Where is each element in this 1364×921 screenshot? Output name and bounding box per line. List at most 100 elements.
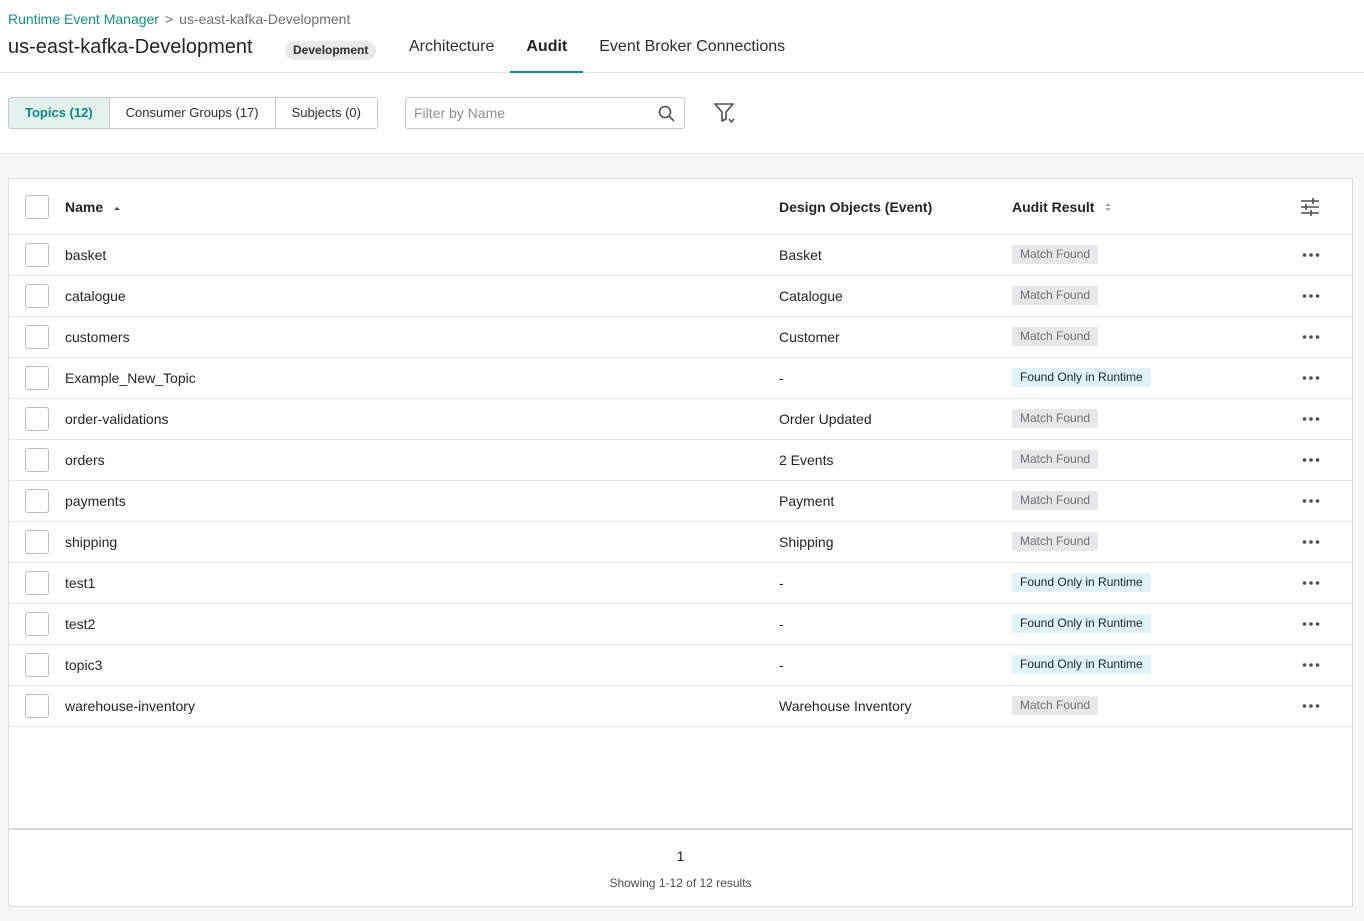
page-header: Runtime Event Manager > us-east-kafka-De… xyxy=(0,0,1364,73)
topic-name[interactable]: basket xyxy=(65,247,106,263)
search-field xyxy=(405,97,685,129)
search-input[interactable] xyxy=(406,98,646,128)
pagination: 1 Showing 1-12 of 12 results xyxy=(8,829,1353,907)
design-object: Shipping xyxy=(779,534,834,550)
table-row[interactable]: test2 - Found Only in Runtime xyxy=(9,604,1352,645)
design-objects-column-header: Design Objects (Event) xyxy=(779,199,933,215)
more-actions-icon[interactable] xyxy=(1302,493,1320,514)
row-checkbox[interactable] xyxy=(25,489,49,513)
audit-result-badge: Match Found xyxy=(1012,409,1099,428)
tab-bar: Architecture Audit Event Broker Connecti… xyxy=(393,27,801,73)
table-row[interactable]: catalogue Catalogue Match Found xyxy=(9,276,1352,317)
sort-ascending-icon[interactable] xyxy=(113,200,121,216)
design-object: Catalogue xyxy=(779,288,843,304)
more-actions-icon[interactable] xyxy=(1302,370,1320,391)
more-actions-icon[interactable] xyxy=(1302,657,1320,678)
select-all-checkbox[interactable] xyxy=(25,195,49,219)
audit-result-badge: Match Found xyxy=(1012,491,1099,510)
topic-name[interactable]: catalogue xyxy=(65,288,126,304)
table-row[interactable]: shipping Shipping Match Found xyxy=(9,522,1352,563)
toolbar: Topics (12) Consumer Groups (17) Subject… xyxy=(0,74,1364,154)
topic-name[interactable]: orders xyxy=(65,452,105,468)
audit-result-badge: Match Found xyxy=(1012,532,1099,551)
consumer-groups-toggle-button[interactable]: Consumer Groups (17) xyxy=(109,98,276,128)
page-number-button[interactable]: 1 xyxy=(9,848,1352,864)
design-object: Basket xyxy=(779,247,822,263)
more-actions-icon[interactable] xyxy=(1302,411,1320,432)
audit-result-badge: Match Found xyxy=(1012,245,1099,264)
row-checkbox[interactable] xyxy=(25,325,49,349)
topic-name[interactable]: warehouse-inventory xyxy=(65,698,195,714)
more-actions-icon[interactable] xyxy=(1302,247,1320,268)
name-column-label: Name xyxy=(65,199,104,215)
topic-name[interactable]: shipping xyxy=(65,534,117,550)
table-row[interactable]: payments Payment Match Found xyxy=(9,481,1352,522)
breadcrumb-root-link[interactable]: Runtime Event Manager xyxy=(8,11,159,27)
design-object: Payment xyxy=(779,493,835,509)
design-object: - xyxy=(779,657,784,673)
search-icon[interactable] xyxy=(658,105,675,127)
row-checkbox[interactable] xyxy=(25,407,49,431)
content-area: Name Design Objects (Event) Audit Result xyxy=(0,155,1364,921)
name-column-header[interactable]: Name xyxy=(65,199,121,216)
topics-table: Name Design Objects (Event) Audit Result xyxy=(8,178,1353,829)
table-row[interactable]: warehouse-inventory Warehouse Inventory Ma… xyxy=(9,686,1352,727)
column-settings-icon[interactable] xyxy=(1300,197,1320,222)
tab-architecture[interactable]: Architecture xyxy=(393,27,510,73)
table-row[interactable]: basket Basket Match Found xyxy=(9,235,1352,276)
topic-name[interactable]: topic3 xyxy=(65,657,102,673)
breadcrumb-current: us-east-kafka-Development xyxy=(179,11,351,27)
table-row[interactable]: order-validations Order Updated Match Foun… xyxy=(9,399,1352,440)
row-checkbox[interactable] xyxy=(25,448,49,472)
table-row[interactable]: test1 - Found Only in Runtime xyxy=(9,563,1352,604)
table-row[interactable]: Example_New_Topic - Found Only in Runtime xyxy=(9,358,1352,399)
audit-result-column-header[interactable]: Audit Result xyxy=(1012,199,1112,216)
topic-name[interactable]: payments xyxy=(65,493,126,509)
tab-audit[interactable]: Audit xyxy=(510,27,584,73)
more-actions-icon[interactable] xyxy=(1302,329,1320,350)
row-checkbox[interactable] xyxy=(25,694,49,718)
design-object: Warehouse Inventory xyxy=(779,698,912,714)
row-checkbox[interactable] xyxy=(25,653,49,677)
environment-badge: Development xyxy=(285,41,377,60)
subjects-toggle-button[interactable]: Subjects (0) xyxy=(275,98,377,128)
row-checkbox[interactable] xyxy=(25,571,49,595)
audit-result-badge: Found Only in Runtime xyxy=(1012,368,1151,387)
more-actions-icon[interactable] xyxy=(1302,288,1320,309)
row-checkbox[interactable] xyxy=(25,243,49,267)
audit-result-badge: Match Found xyxy=(1012,327,1099,346)
more-actions-icon[interactable] xyxy=(1302,534,1320,555)
audit-result-badge: Found Only in Runtime xyxy=(1012,573,1151,592)
audit-result-badge: Match Found xyxy=(1012,696,1099,715)
design-object: - xyxy=(779,575,784,591)
page-title: us-east-kafka-Development xyxy=(8,36,253,58)
more-actions-icon[interactable] xyxy=(1302,616,1320,637)
more-actions-icon[interactable] xyxy=(1302,698,1320,719)
topic-name[interactable]: order-validations xyxy=(65,411,169,427)
design-object: Order Updated xyxy=(779,411,872,427)
audit-result-column-label: Audit Result xyxy=(1012,199,1095,215)
table-row[interactable]: topic3 - Found Only in Runtime xyxy=(9,645,1352,686)
table-row[interactable]: orders 2 Events Match Found xyxy=(9,440,1352,481)
row-checkbox[interactable] xyxy=(25,612,49,636)
sort-icon[interactable] xyxy=(1104,200,1112,216)
row-checkbox[interactable] xyxy=(25,284,49,308)
more-actions-icon[interactable] xyxy=(1302,575,1320,596)
more-actions-icon[interactable] xyxy=(1302,452,1320,473)
topics-toggle-button[interactable]: Topics (12) xyxy=(9,98,110,128)
object-type-toggle: Topics (12) Consumer Groups (17) Subject… xyxy=(8,97,378,129)
row-checkbox[interactable] xyxy=(25,366,49,390)
tab-event-broker-connections[interactable]: Event Broker Connections xyxy=(583,27,801,73)
topic-name[interactable]: test1 xyxy=(65,575,95,591)
row-checkbox[interactable] xyxy=(25,530,49,554)
audit-result-badge: Found Only in Runtime xyxy=(1012,614,1151,633)
topic-name[interactable]: Example_New_Topic xyxy=(65,370,196,386)
topic-name[interactable]: test2 xyxy=(65,616,95,632)
table-row[interactable]: customers Customer Match Found xyxy=(9,317,1352,358)
topic-name[interactable]: customers xyxy=(65,329,130,345)
design-object: Customer xyxy=(779,329,840,345)
design-object: - xyxy=(779,616,784,632)
filter-icon[interactable] xyxy=(713,101,737,130)
audit-result-badge: Found Only in Runtime xyxy=(1012,655,1151,674)
design-object: - xyxy=(779,370,784,386)
